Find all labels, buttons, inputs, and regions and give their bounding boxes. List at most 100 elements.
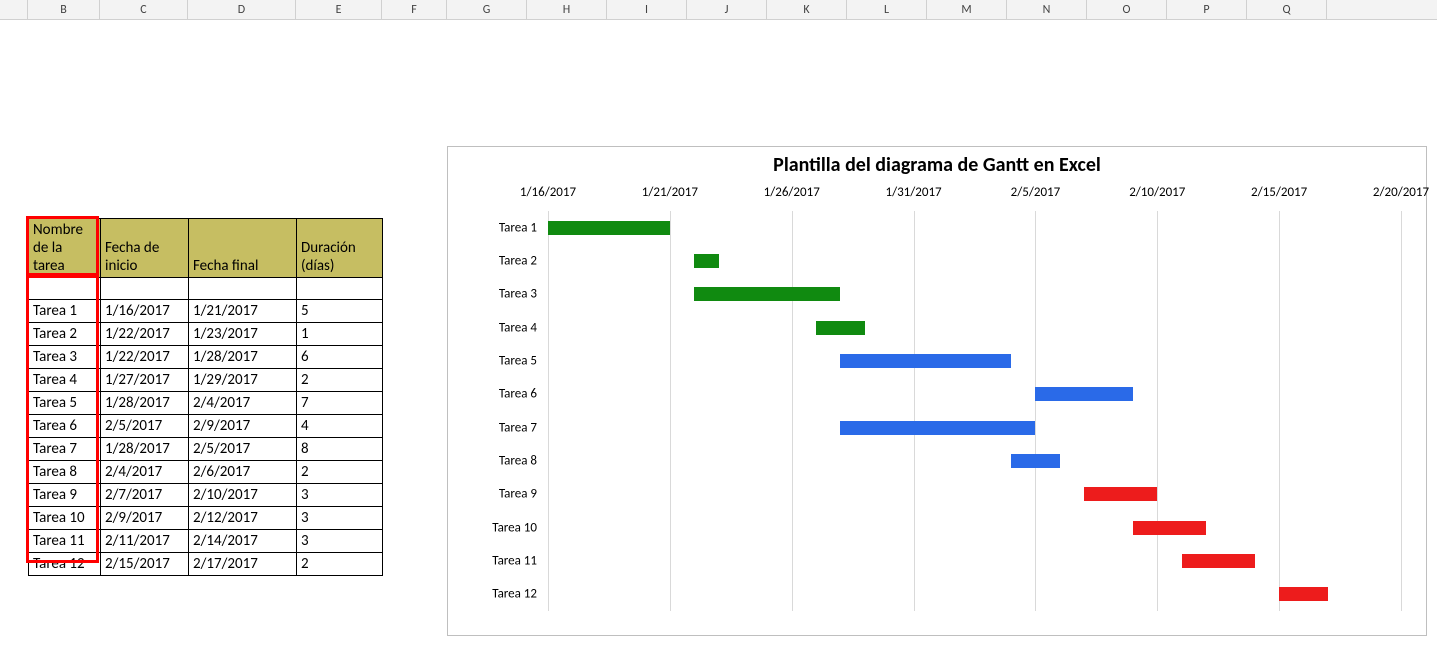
gantt-bar[interactable]: [1279, 587, 1328, 601]
column-header[interactable]: K: [767, 0, 847, 20]
task-data-table: Nombre de la tarea Fecha de inicio Fecha…: [28, 218, 383, 576]
table-cell[interactable]: Tarea 12: [29, 553, 101, 576]
table-cell[interactable]: 2/15/2017: [101, 553, 189, 576]
table-cell[interactable]: 1/28/2017: [189, 346, 297, 369]
table-cell[interactable]: 2/12/2017: [189, 507, 297, 530]
table-blank-cell[interactable]: [29, 278, 101, 300]
table-cell[interactable]: 1/16/2017: [101, 300, 189, 323]
gantt-bar[interactable]: [548, 221, 670, 235]
column-header[interactable]: I: [607, 0, 687, 20]
table-cell[interactable]: Tarea 8: [29, 461, 101, 484]
table-cell[interactable]: 5: [297, 300, 383, 323]
column-header[interactable]: C: [100, 0, 188, 20]
table-header-end[interactable]: Fecha final: [189, 219, 297, 278]
table-cell[interactable]: 2/9/2017: [101, 507, 189, 530]
gantt-bar[interactable]: [840, 421, 1035, 435]
column-header[interactable]: E: [296, 0, 382, 20]
table-cell[interactable]: Tarea 5: [29, 392, 101, 415]
column-header[interactable]: N: [1007, 0, 1087, 20]
y-axis-category-label: Tarea 12: [492, 587, 537, 602]
table-cell[interactable]: 2/9/2017: [189, 415, 297, 438]
table-cell[interactable]: 2: [297, 461, 383, 484]
table-row: Tarea 11/16/20171/21/20175: [29, 300, 383, 323]
y-axis-category-label: Tarea 2: [499, 254, 537, 269]
table-cell[interactable]: Tarea 3: [29, 346, 101, 369]
column-header[interactable]: G: [447, 0, 527, 20]
table-cell[interactable]: 1/22/2017: [101, 323, 189, 346]
column-header[interactable]: M: [927, 0, 1007, 20]
gantt-bar[interactable]: [816, 321, 865, 335]
table-cell[interactable]: 2/4/2017: [101, 461, 189, 484]
table-cell[interactable]: 3: [297, 530, 383, 553]
table-header-name[interactable]: Nombre de la tarea: [29, 219, 101, 278]
x-axis-labels: 1/16/20171/21/20171/26/20171/31/20172/5/…: [548, 181, 1401, 209]
table-header-start[interactable]: Fecha de inicio: [101, 219, 189, 278]
table-cell[interactable]: Tarea 4: [29, 369, 101, 392]
table-row: Tarea 41/27/20171/29/20172: [29, 369, 383, 392]
table-cell[interactable]: 2/6/2017: [189, 461, 297, 484]
table-cell[interactable]: Tarea 1: [29, 300, 101, 323]
gantt-bar[interactable]: [694, 254, 718, 268]
column-header[interactable]: H: [527, 0, 607, 20]
table-cell[interactable]: 3: [297, 507, 383, 530]
column-header[interactable]: O: [1087, 0, 1167, 20]
gantt-bar[interactable]: [1133, 521, 1206, 535]
column-header[interactable]: B: [28, 0, 100, 20]
column-header[interactable]: F: [382, 0, 447, 20]
table-cell[interactable]: Tarea 9: [29, 484, 101, 507]
table-cell[interactable]: 2/14/2017: [189, 530, 297, 553]
table-cell[interactable]: Tarea 7: [29, 438, 101, 461]
table-cell[interactable]: 2/5/2017: [189, 438, 297, 461]
gantt-chart[interactable]: Plantilla del diagrama de Gantt en Excel…: [447, 146, 1427, 636]
table-cell[interactable]: 1/29/2017: [189, 369, 297, 392]
y-axis-category-label: Tarea 6: [499, 387, 537, 402]
table-cell[interactable]: 1/22/2017: [101, 346, 189, 369]
table-row: Tarea 122/15/20172/17/20172: [29, 553, 383, 576]
table-cell[interactable]: 1/23/2017: [189, 323, 297, 346]
table-cell[interactable]: 1: [297, 323, 383, 346]
column-header[interactable]: Q: [1247, 0, 1327, 20]
column-header[interactable]: D: [188, 0, 296, 20]
table-blank-cell[interactable]: [101, 278, 189, 300]
table-cell[interactable]: 1/28/2017: [101, 392, 189, 415]
table-cell[interactable]: 2/10/2017: [189, 484, 297, 507]
table-cell[interactable]: 8: [297, 438, 383, 461]
y-axis-category-label: Tarea 3: [499, 287, 537, 302]
column-header[interactable]: P: [1167, 0, 1247, 20]
table-cell[interactable]: 7: [297, 392, 383, 415]
table-cell[interactable]: 2: [297, 553, 383, 576]
table-cell[interactable]: 2/17/2017: [189, 553, 297, 576]
table-cell[interactable]: 6: [297, 346, 383, 369]
x-tick-label: 1/26/2017: [764, 185, 820, 200]
table-cell[interactable]: Tarea 10: [29, 507, 101, 530]
gantt-bar[interactable]: [1011, 454, 1060, 468]
gantt-bar[interactable]: [694, 287, 840, 301]
column-header[interactable]: L: [847, 0, 927, 20]
gantt-bar[interactable]: [1084, 487, 1157, 501]
gantt-bar[interactable]: [840, 354, 1011, 368]
column-header[interactable]: [0, 0, 28, 20]
chart-title: Plantilla del diagrama de Gantt en Excel: [448, 153, 1426, 177]
table-cell[interactable]: 2: [297, 369, 383, 392]
column-header[interactable]: J: [687, 0, 767, 20]
table-cell[interactable]: 2/4/2017: [189, 392, 297, 415]
table-cell[interactable]: 1/21/2017: [189, 300, 297, 323]
gantt-bar[interactable]: [1182, 554, 1255, 568]
table-cell[interactable]: 1/27/2017: [101, 369, 189, 392]
table-cell[interactable]: 4: [297, 415, 383, 438]
table-blank-cell[interactable]: [297, 278, 383, 300]
column-ruler: BCDEFGHIJKLMNOPQ: [0, 0, 1437, 20]
table-cell[interactable]: 2/5/2017: [101, 415, 189, 438]
y-axis-category-label: Tarea 5: [499, 354, 537, 369]
table-cell[interactable]: Tarea 2: [29, 323, 101, 346]
table-header-duration[interactable]: Duración (días): [297, 219, 383, 278]
table-row: Tarea 92/7/20172/10/20173: [29, 484, 383, 507]
table-cell[interactable]: 2/11/2017: [101, 530, 189, 553]
table-cell[interactable]: Tarea 6: [29, 415, 101, 438]
gantt-bar[interactable]: [1035, 387, 1132, 401]
table-cell[interactable]: 2/7/2017: [101, 484, 189, 507]
table-blank-cell[interactable]: [189, 278, 297, 300]
table-cell[interactable]: 3: [297, 484, 383, 507]
table-cell[interactable]: Tarea 11: [29, 530, 101, 553]
table-cell[interactable]: 1/28/2017: [101, 438, 189, 461]
